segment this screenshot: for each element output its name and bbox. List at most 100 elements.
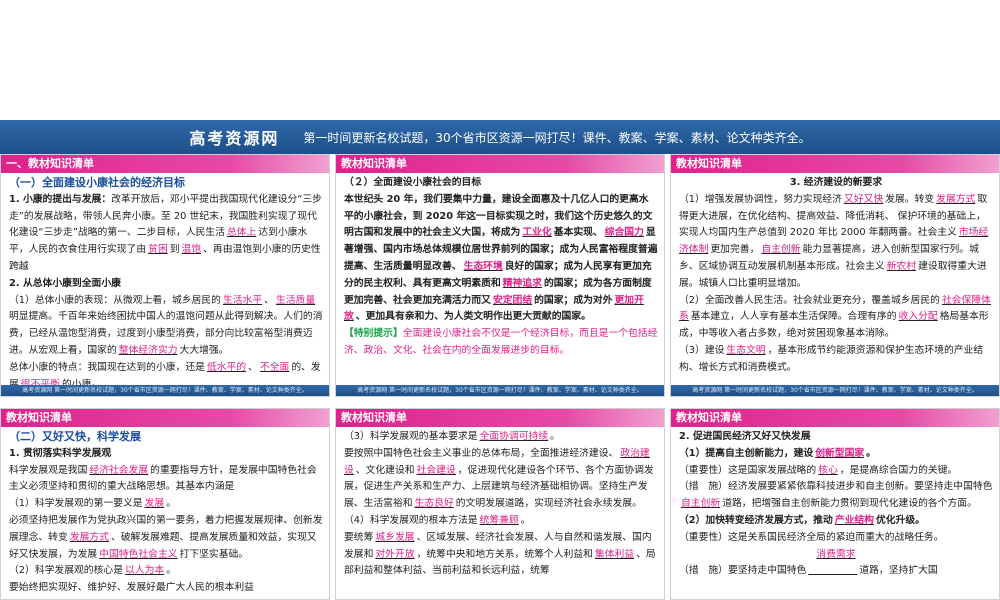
text: 的文明发展道路，实现经济社会永续发展。 [455,498,642,510]
text: 。 [520,514,531,526]
text: 、 [264,294,274,306]
text: 科学发展观是我国 [9,464,88,476]
paragraph: 消费需求 [679,547,993,564]
answer-blank: 发展方式 [69,531,109,543]
slide-5: 教材知识清单 （3）科学发展观的基本要求是 全面协调可持续。 要按照中国特色社会主… [335,408,665,600]
answer-blank: 消费需求 [816,548,856,560]
answer-blank: 统筹兼顾 [479,514,519,526]
text: （1）科学发展观的第一要义是 [9,498,143,510]
answer-blank: 又好又快 [843,193,884,205]
text: （1）总体小康的表现：从微观上看，城乡居民的 [9,294,221,306]
answer-blank: 发展方式 [936,193,976,205]
slide-2: 教材知识清单 （２）全面建设小康社会的目标 本世纪头 20 年，我们要集中力量，… [335,154,665,397]
slide-body: 2. 促进国民经济又好又快发展 （1）提高自主创新能力，建设 创新型国家。 （重要… [671,427,999,580]
answer-blank: 生态文明 [726,344,766,356]
blank-top-area [0,0,1000,120]
paragraph: 要按照中国特色社会主义事业的总体布局，全面推进经济建设、 政治建设 、文化建设和 社会… [344,446,658,513]
paragraph: （措 施）经济发展要紧紧依靠科技进步和自主创新。要坚持走中国特色自主创新 道路，把… [679,479,993,513]
slide-header: 教材知识清单 [1,409,329,427]
slide-footer: 高考资源网 第一时间更新名校试题，30个省市区资源一网打尽！课件、教案、学案、素… [1,385,329,396]
section-title: （一）全面建设小康社会的经济目标 [9,176,185,189]
site-banner: 高考资源网 第一时间更新名校试题，30个省市区资源一网打尽！课件、教案、学案、素… [0,120,1000,154]
slide-body: （一）全面建设小康社会的经济目标 1. 小康的提出与发展：改革开放后，邓小平提出… [1,173,329,393]
paragraph: （1）总体小康的表现：从微观上看，城乡居民的 生活水平、生活质量明显提高。千百年来… [9,293,323,360]
special-tip: 【特别提示】全面建设小康社会不仅是一个经济目标，而且是一个包括经济、政治、文化、… [344,326,658,360]
text: 更加完善， [710,244,760,256]
answer-blank: 贫困 [148,244,168,256]
site-title: 高考资源网 [189,129,280,148]
answer-blank: 总体上 [226,227,257,239]
answer-blank: 生活水平 [222,294,263,306]
answer-blank: 整体经济实力 [118,344,178,356]
paragraph: 本世纪头 20 年，我们要集中力量，建设全面惠及十几亿人口的更高水平的小康社会，… [344,192,658,326]
paragraph: 科学发展观是我国 经济社会发展 的重要指导方针，是发展中国特色社会主义必须坚持和贯彻… [9,463,323,497]
slide-footer: 高考资源网 第一时间更新名校试题，30个省市区资源一网打尽！课件、教案、学案、素… [671,385,999,396]
subheading: 2. 促进国民经济又好又快发展 [679,431,811,442]
answer-blank: 自主创新 [761,244,801,256]
paragraph: 要统筹 城乡发展 、区域发展、经济社会发展、人与自然和谐发展、国内发展和 对外开放 ，统… [344,530,658,580]
subheading: 2. 从总体小康到全面小康 [9,277,121,289]
slide-4: 教材知识清单 （二）又好又快，科学发展 1. 贯彻落实科学发展观 科学发展观是我… [0,408,330,600]
paragraph: （1）提高自主创新能力，建设 创新型国家。 [679,446,993,463]
text: （措 施）经济发展要紧紧依靠科技进步和自主创新。要坚持走中国特色 [679,481,993,493]
slide-1: 一、教材知识清单 （一）全面建设小康社会的经济目标 1. 小康的提出与发展：改革… [0,154,330,397]
answer-blank: 低水平的 [206,361,247,373]
slide-header: 一、教材知识清单 [1,155,329,173]
answer-blank: 生活质量 [275,294,316,306]
answer-blank: 产业结构 [834,514,874,526]
text: 。 [166,565,176,577]
answer-blank: 经济社会发展 [89,464,149,476]
paragraph: 要始终把实现好、维护好、发展好最广大人民的根本利益 [9,582,254,594]
slide-footer: 高考资源网 第一时间更新名校试题，30个省市区资源一网打尽！课件、教案、学案、素… [336,385,664,396]
text: （2）全面改善人民生活。社会就业更充分，覆盖城乡居民的 [679,294,940,306]
answer-blank: 社会建设 [416,464,456,476]
paragraph: 1. 小康的提出与发展：改革开放后，邓小平提出我国现代化建设分“三步走”的发展战… [9,192,323,276]
paragraph: （重要性）这是关系国民经济全局的紧迫而重大的战略任务。 [679,530,993,547]
slide-header: 教材知识清单 [336,155,664,173]
answer-blank: 城乡发展 [375,531,415,543]
text: 总体小康的特点：我国现在达到的小康，还是 [9,361,205,373]
answer-blank: 中国特色社会主义 [99,548,178,560]
answer-blank: 不全面 [259,361,290,373]
text: 道路，把增强自主创新能力贯彻到现代化建设的各个方面。 [722,498,977,510]
answer-blank: 全面协调可持续 [479,431,549,442]
text: 到 [169,244,180,256]
paragraph: （1）科学发展观的第一要义是 发展。 [9,496,323,513]
subheading: 3. 经济建设的新要求 [789,177,883,188]
slide-3: 教材知识清单 3. 经济建设的新要求 （1）增强发展协调性，努力实现经济 又好又快… [670,154,1000,397]
text: 。 [866,447,876,459]
slide-body: （二）又好又快，科学发展 1. 贯彻落实科学发展观 科学发展观是我国 经济社会发展… [1,427,329,597]
text: （1）提高自主创新能力，建设 [679,447,814,459]
text: （措 施）要坚持走中国特色 [679,565,807,577]
text: ，统筹中央和地方关系，统筹个人利益和 [416,548,593,560]
text: 发展。转变 [885,193,935,205]
answer-blank: 综合国力 [604,227,644,239]
answer-blank: 发展 [144,498,165,510]
answer-blank: 以人为本 [125,565,165,577]
text: （3）建设 [679,344,725,356]
site-tagline: 第一时间更新名校试题，30个省市区资源一网打尽！课件、教案、学案、素材、论文种类… [303,130,811,145]
text: （4）科学发展观的根本方法是 [344,514,478,526]
text: （3）科学发展观的基本要求是 [344,431,478,442]
answer-blank: 对外开放 [375,548,415,560]
paragraph: （重要性）这是国家发展战略的 核心 ，是提高综合国力的关键。 [679,463,993,480]
slide-header: 教材知识清单 [671,409,999,427]
answer-blank [806,565,859,576]
text: 大大增强。 [179,344,229,356]
text: （2）加快转变经济发展方式，推动 [679,514,833,526]
answer-blank: 自主创新 [681,498,721,510]
text: 打下坚实基础。 [179,548,249,560]
slide-header: 教材知识清单 [671,155,999,173]
text: （重要性）这是国家发展战略的 [679,464,817,476]
answer-blank: 工业化 [522,227,552,239]
paragraph: （1）增强发展协调性，努力实现经济 又好又快 发展。转变 发展方式 取得更大进展，在优化… [679,192,993,293]
text: 基本建立，人人享有基本生活保障。合理有序的 [690,311,897,323]
subheading: 1. 小康的提出与发展： [9,193,112,205]
text: 要按照中国特色社会主义事业的总体布局，全面推进经济建设、 [344,447,619,459]
text: 的国家；成为对外 [534,294,613,306]
text: 要统筹 [344,531,374,543]
text: 基本实现、 [553,227,603,239]
answer-blank: 集体利益 [594,548,635,560]
answer-blank: 新农村 [886,260,917,272]
text: 、更加具有亲和力、为人类文明作出更大贡献的国家。 [355,311,591,323]
